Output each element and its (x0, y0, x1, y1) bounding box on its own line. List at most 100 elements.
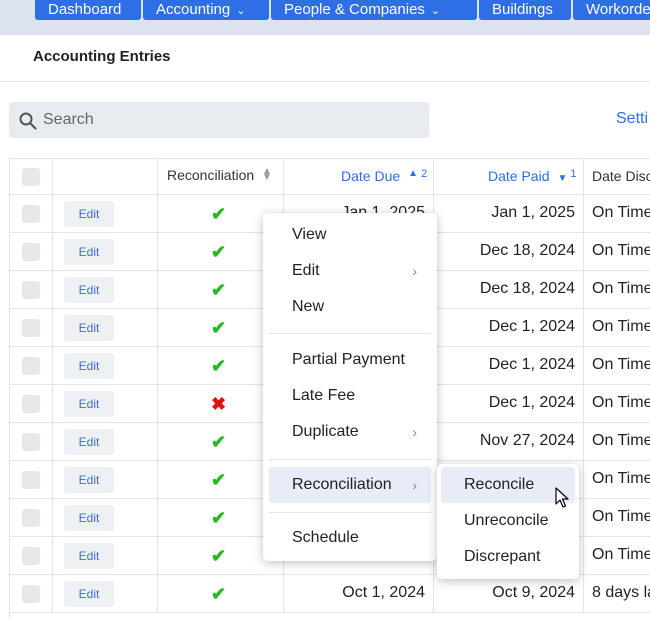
submenu-item-discrepant[interactable]: Discrepant (441, 539, 575, 575)
nav-workorders[interactable]: Workorde (573, 0, 650, 20)
submenu-item-label: Unreconcile (464, 512, 549, 529)
row-checkbox[interactable] (22, 395, 40, 413)
edit-button[interactable]: Edit (64, 201, 114, 227)
menu-item-schedule[interactable]: Schedule (269, 520, 431, 556)
menu-separator (269, 333, 431, 334)
date-disc-cell: On Time (592, 470, 650, 487)
date-disc-cell: On Time (592, 356, 650, 373)
menu-item-label: New (292, 298, 325, 315)
header-cell (53, 158, 158, 195)
search-input[interactable] (43, 102, 423, 138)
date-disc-cell: On Time (592, 546, 650, 563)
header-date-paid-label: Date Paid (488, 168, 550, 184)
header-date-disc[interactable]: Date Disc (592, 168, 650, 184)
row-checkbox[interactable] (22, 281, 40, 299)
reconciled-check-icon: ✔ (211, 584, 227, 604)
nav-accounting[interactable]: Accounting ⌄ (143, 0, 269, 20)
row-checkbox[interactable] (22, 433, 40, 451)
date-paid-cell: Nov 27, 2024 (479, 432, 575, 449)
reconciled-check-icon: ✔ (211, 280, 227, 300)
date-disc-cell: On Time (592, 432, 650, 449)
chevron-down-icon: ⌄ (430, 5, 441, 17)
settings-link[interactable]: Setti (616, 110, 648, 128)
date-disc-cell: 8 days la (592, 584, 650, 601)
reconciled-check-icon: ✔ (211, 432, 227, 452)
menu-item-label: Late Fee (292, 387, 356, 404)
menu-item-label: Edit (292, 262, 320, 279)
select-all-checkbox[interactable] (22, 168, 40, 186)
menu-item-late-fee[interactable]: Late Fee (269, 378, 431, 414)
chevron-down-icon: ⌄ (236, 5, 246, 17)
nav-people-companies-label: People & Companies (284, 1, 425, 18)
row-checkbox[interactable] (22, 205, 40, 223)
context-menu: View Edit › New Partial Payment Late Fee … (263, 213, 437, 561)
header-reconciliation[interactable]: Reconciliation (167, 167, 254, 183)
date-disc-cell: On Time (592, 508, 650, 525)
reconciled-check-icon: ✔ (211, 470, 227, 490)
edit-button[interactable]: Edit (64, 429, 114, 455)
menu-item-partial-payment[interactable]: Partial Payment (269, 342, 431, 378)
nav-dashboard[interactable]: Dashboard (35, 0, 141, 20)
date-disc-cell: On Time (592, 204, 650, 221)
edit-button[interactable]: Edit (64, 315, 114, 341)
edit-button[interactable]: Edit (64, 467, 114, 493)
menu-item-label: Reconciliation (292, 476, 392, 493)
edit-button[interactable]: Edit (64, 505, 114, 531)
page-title: Accounting Entries (33, 48, 171, 65)
menu-item-label: View (292, 226, 327, 243)
menu-item-duplicate[interactable]: Duplicate › (269, 414, 431, 450)
menu-item-reconciliation[interactable]: Reconciliation › (269, 467, 431, 503)
chevron-right-icon: › (412, 424, 417, 440)
edit-button[interactable]: Edit (64, 391, 114, 417)
menu-separator (269, 512, 431, 513)
submenu-item-label: Discrepant (464, 548, 541, 565)
chevron-right-icon: › (412, 477, 417, 493)
date-paid-cell: Dec 1, 2024 (488, 356, 575, 373)
edit-button[interactable]: Edit (64, 353, 114, 379)
row-checkbox[interactable] (22, 319, 40, 337)
reconciled-check-icon: ✔ (211, 318, 227, 338)
nav-buildings[interactable]: Buildings (479, 0, 571, 20)
row-checkbox[interactable] (22, 243, 40, 261)
date-paid-cell: Dec 1, 2024 (488, 318, 575, 335)
reconciled-check-icon: ✔ (211, 356, 227, 376)
reconciled-check-icon: ✔ (211, 508, 227, 528)
menu-item-new[interactable]: New (269, 289, 431, 325)
reconciled-check-icon: ✔ (211, 546, 227, 566)
edit-button[interactable]: Edit (64, 543, 114, 569)
mouse-cursor-icon (555, 487, 569, 508)
nav-people-companies[interactable]: People & Companies ⌄ (271, 0, 477, 20)
search-icon (19, 112, 37, 130)
date-paid-cell: Dec 18, 2024 (479, 242, 575, 259)
reconciled-check-icon: ✔ (211, 242, 227, 262)
reconciliation-submenu: Reconcile Unreconcile Discrepant (437, 464, 579, 579)
menu-item-label: Duplicate (292, 423, 359, 440)
row-checkbox[interactable] (22, 471, 40, 489)
top-nav-bar: Dashboard Accounting ⌄ People & Companies… (0, 0, 650, 35)
header-date-due-label: Date Due (341, 168, 401, 184)
sort-desc-icon: ▼ (557, 173, 568, 184)
header-divider (0, 81, 650, 82)
row-checkbox[interactable] (22, 585, 40, 603)
edit-button[interactable]: Edit (64, 581, 114, 607)
nav-dashboard-label: Dashboard (48, 1, 122, 18)
menu-item-label: Schedule (292, 529, 359, 546)
row-checkbox[interactable] (22, 357, 40, 375)
date-disc-cell: On Time (592, 242, 650, 259)
menu-item-edit[interactable]: Edit › (269, 253, 431, 289)
row-checkbox[interactable] (22, 547, 40, 565)
row-checkbox[interactable] (22, 509, 40, 527)
date-paid-cell: Oct 9, 2024 (492, 584, 575, 601)
edit-button[interactable]: Edit (64, 277, 114, 303)
menu-item-view[interactable]: View (269, 217, 431, 253)
search-box[interactable] (9, 102, 429, 138)
nav-accounting-label: Accounting (156, 1, 231, 18)
sort-unsorted-icon: ▲ ▼ (262, 166, 272, 183)
date-paid-cell: Dec 18, 2024 (479, 280, 575, 297)
header-date-paid[interactable]: Date Paid ▼ 1 (488, 168, 577, 184)
sort-asc-icon: ▲ (408, 168, 419, 179)
date-paid-cell: Dec 1, 2024 (488, 394, 575, 411)
header-date-due[interactable]: Date Due ▲ 2 (341, 168, 427, 184)
edit-button[interactable]: Edit (64, 239, 114, 265)
date-disc-cell: On Time (592, 280, 650, 297)
